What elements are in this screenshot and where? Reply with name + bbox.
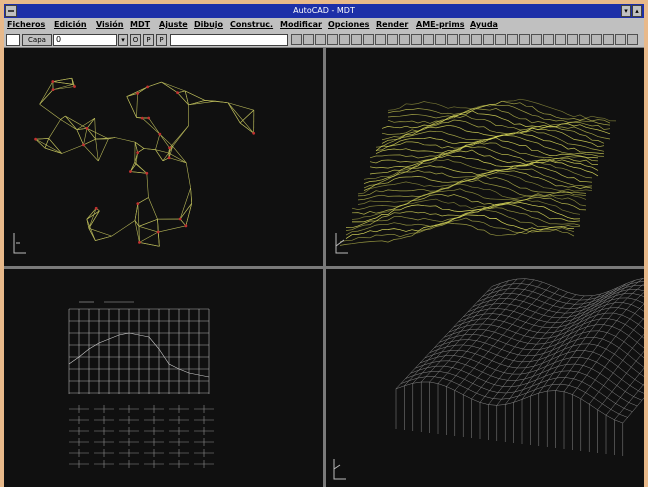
menu-ayuda[interactable]: Ayuda <box>470 18 498 32</box>
terrain-3d-drawing <box>335 98 617 254</box>
tool-icon-7[interactable] <box>363 34 374 45</box>
tool-icon-3[interactable] <box>315 34 326 45</box>
minimize-icon[interactable]: ▾ <box>621 5 631 17</box>
tool-icon-19[interactable] <box>507 34 518 45</box>
autocad-window: AutoCAD - MDT ▾ ▴ Ficheros Edición Visió… <box>4 4 644 487</box>
ucs-icon <box>335 233 348 254</box>
tool-icon-14[interactable] <box>447 34 458 45</box>
drawing-area[interactable] <box>4 48 644 487</box>
tool-icon-13[interactable] <box>435 34 446 45</box>
menu-dibujo[interactable]: Dibujo <box>194 18 223 32</box>
menu-mdt[interactable]: MDT <box>130 18 150 32</box>
tool-icon-10[interactable] <box>399 34 410 45</box>
tool-icon-26[interactable] <box>591 34 602 45</box>
menu-construc[interactable]: Construc. <box>230 18 273 32</box>
viewport-profiles[interactable] <box>4 269 323 487</box>
tool-icon-23[interactable] <box>555 34 566 45</box>
tool-icon-1[interactable] <box>291 34 302 45</box>
profile-drawing <box>68 301 214 468</box>
menu-render[interactable]: Render <box>376 18 408 32</box>
viewport-mesh-3d[interactable] <box>326 269 644 487</box>
tool-icon-21[interactable] <box>531 34 542 45</box>
tool-icon-9[interactable] <box>387 34 398 45</box>
menu-vision[interactable]: Visión <box>96 18 124 32</box>
menu-modificar[interactable]: Modificar <box>280 18 322 32</box>
tool-icon-25[interactable] <box>579 34 590 45</box>
tool-icon-6[interactable] <box>351 34 362 45</box>
tool-icon-24[interactable] <box>567 34 578 45</box>
snap-toggle[interactable]: P <box>143 34 154 46</box>
tool-icon-4[interactable] <box>327 34 338 45</box>
tool-icon-5[interactable] <box>339 34 350 45</box>
menu-ficheros[interactable]: Ficheros <box>7 18 45 32</box>
tool-icon-29[interactable] <box>627 34 638 45</box>
tool-icon-20[interactable] <box>519 34 530 45</box>
ucs-icon <box>333 459 346 480</box>
tool-icon-17[interactable] <box>483 34 494 45</box>
layer-field[interactable]: 0 <box>53 34 117 46</box>
menu-bar: Ficheros Edición Visión MDT Ajuste Dibuj… <box>4 18 644 32</box>
title-bar: AutoCAD - MDT ▾ ▴ <box>4 4 644 18</box>
ortho-toggle[interactable]: O <box>130 34 141 46</box>
paper-toggle[interactable]: P <box>156 34 167 46</box>
window-title: AutoCAD - MDT <box>293 6 355 15</box>
mesh-3d-drawing <box>333 278 644 480</box>
color-swatch[interactable] <box>6 34 20 46</box>
tool-icon-22[interactable] <box>543 34 554 45</box>
layer-dropdown-icon[interactable]: ▾ <box>118 34 128 46</box>
coordinate-display <box>170 34 288 46</box>
tool-icon-28[interactable] <box>615 34 626 45</box>
tool-icon-27[interactable] <box>603 34 614 45</box>
viewport-plan[interactable] <box>4 48 323 266</box>
tool-icon-11[interactable] <box>411 34 422 45</box>
menu-opciones[interactable]: Opciones <box>328 18 369 32</box>
menu-edicion[interactable]: Edición <box>54 18 87 32</box>
tool-icon-12[interactable] <box>423 34 434 45</box>
tin-plan-drawing <box>13 77 256 254</box>
tool-icon-18[interactable] <box>495 34 506 45</box>
tool-icon-16[interactable] <box>471 34 482 45</box>
menu-ame-prims[interactable]: AME-prims <box>416 18 464 32</box>
menu-ajuste[interactable]: Ajuste <box>159 18 188 32</box>
ucs-icon <box>13 233 26 254</box>
layer-button[interactable]: Capa <box>22 34 52 46</box>
toolbar: Capa 0 ▾ O P P <box>4 32 644 48</box>
maximize-icon[interactable]: ▴ <box>632 5 642 17</box>
viewport-terrain-3d[interactable] <box>326 48 644 266</box>
tool-icon-15[interactable] <box>459 34 470 45</box>
tool-icon-2[interactable] <box>303 34 314 45</box>
tool-icon-8[interactable] <box>375 34 386 45</box>
